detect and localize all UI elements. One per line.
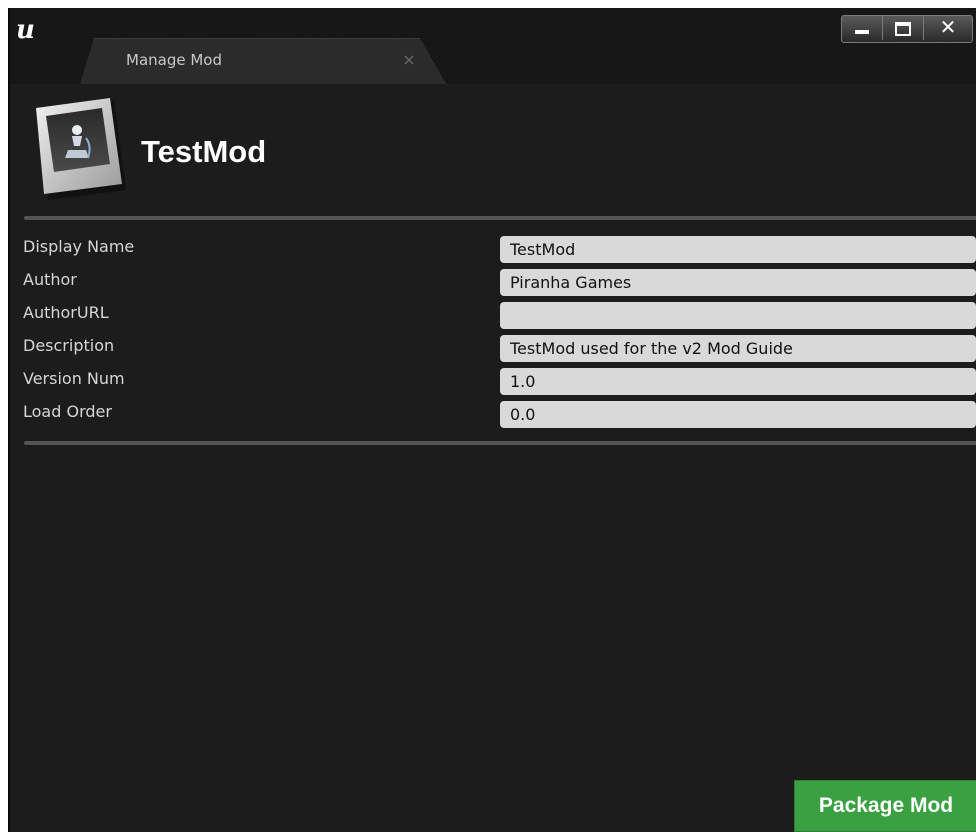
- window-controls: ✕: [841, 15, 973, 43]
- mod-thumbnail-icon: [34, 98, 130, 202]
- description-field[interactable]: TestMod used for the v2 Mod Guide: [500, 335, 976, 362]
- minimize-icon: [855, 30, 869, 34]
- author-url-field[interactable]: [500, 302, 976, 329]
- property-label: Display Name: [23, 237, 135, 256]
- close-icon: ✕: [939, 15, 957, 39]
- close-button[interactable]: ✕: [924, 16, 972, 40]
- package-mod-button[interactable]: Package Mod: [794, 780, 976, 832]
- property-row-load-order: Load Order 0.0: [10, 399, 976, 431]
- tab-close-icon[interactable]: ×: [402, 52, 416, 68]
- property-row-description: Description TestMod used for the v2 Mod …: [10, 333, 976, 365]
- property-row-display-name: Display Name TestMod: [10, 234, 976, 266]
- title-bar[interactable]: u Manage Mod × ✕: [10, 8, 976, 84]
- tab-title: Manage Mod: [126, 51, 222, 69]
- maximize-icon: [895, 22, 911, 36]
- property-label: Description: [23, 336, 115, 355]
- mod-title: TestMod: [141, 134, 267, 169]
- tab-manage-mod[interactable]: Manage Mod ×: [80, 38, 446, 84]
- property-label: Load Order: [23, 402, 112, 421]
- property-label: AuthorURL: [23, 303, 109, 322]
- unreal-logo-icon: u: [16, 15, 35, 45]
- divider-top: [24, 216, 976, 220]
- property-row-version-num: Version Num 1.0: [10, 366, 976, 398]
- author-field[interactable]: Piranha Games: [500, 269, 976, 296]
- property-row-author-url: AuthorURL: [10, 300, 976, 332]
- property-label: Version Num: [23, 369, 125, 388]
- load-order-field[interactable]: 0.0: [500, 401, 976, 428]
- display-name-field[interactable]: TestMod: [500, 236, 976, 263]
- version-num-field[interactable]: 1.0: [500, 368, 976, 395]
- minimize-button[interactable]: [842, 16, 883, 40]
- property-row-author: Author Piranha Games: [10, 267, 976, 299]
- manage-mod-window: u Manage Mod × ✕ TestMod Display Name Te…: [8, 8, 976, 832]
- property-label: Author: [23, 270, 77, 289]
- divider-bottom: [24, 441, 976, 445]
- maximize-button[interactable]: [883, 16, 924, 40]
